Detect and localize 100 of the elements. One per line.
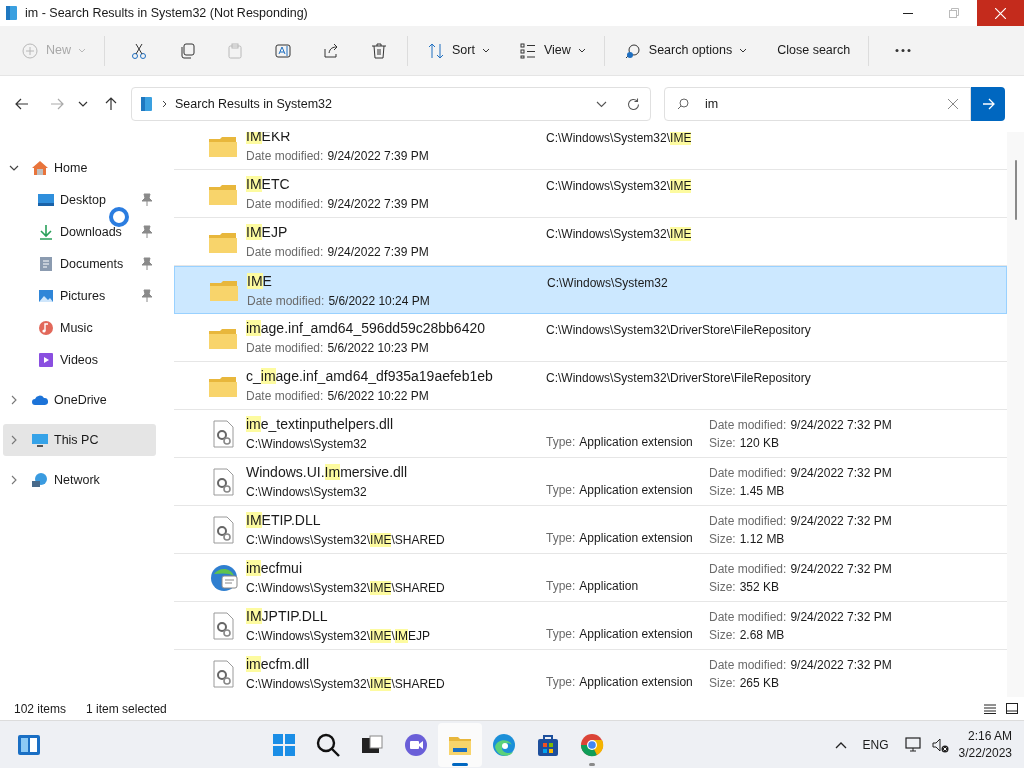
file-path: C:\Windows\System32\IME <box>546 226 692 243</box>
search-gear-icon <box>624 42 641 59</box>
sort-button[interactable]: Sort <box>420 33 498 68</box>
arrow-right-icon <box>981 98 995 110</box>
monitor-icon[interactable] <box>904 736 923 753</box>
result-row[interactable]: Windows.UI.Immersive.dll C:\Windows\System32 Type: Application extension Date modified: 9/24/2022 7:32 PM Size: 1.45 MB <box>174 458 1007 506</box>
sidebar-item[interactable]: This PC <box>3 424 156 456</box>
trash-icon <box>371 42 387 59</box>
file-type: Type: Application extension <box>546 434 694 451</box>
music-icon <box>38 320 54 336</box>
sidebar-item[interactable]: Desktop <box>3 184 156 216</box>
chevron-down-icon <box>78 48 86 53</box>
search-field[interactable]: im <box>664 87 971 121</box>
gear-file-icon <box>210 467 234 496</box>
gear-file-icon <box>210 419 234 448</box>
item-count: 102 items <box>14 700 67 718</box>
chevron-down-icon <box>596 100 607 108</box>
search-text: im <box>705 95 719 113</box>
clipboard-icon <box>227 42 243 59</box>
search-options-button[interactable]: Search options <box>616 33 756 68</box>
file-path: C:\Windows\System32\IME\SHARED <box>246 676 446 693</box>
rename-icon <box>275 42 291 59</box>
result-row[interactable]: image.inf_amd64_596dd59c28bb6420 Date modified: 5/6/2022 10:23 PM C:\Windows\System32\DriverStore\FileRepository <box>174 314 1007 362</box>
file-type: Type: Application extension <box>546 530 694 547</box>
result-row[interactable]: c_image.inf_amd64_df935a19aefeb1eb Date modified: 5/6/2022 10:22 PM C:\Windows\System32\DriverStore\FileRepository <box>174 362 1007 410</box>
close-search-button[interactable]: Close search <box>769 33 859 68</box>
result-row[interactable]: IMETIP.DLL C:\Windows\System32\IME\SHARED Type: Application extension Date modified: 9/24/2022 7:32 PM Size: 1.12 MB <box>174 506 1007 554</box>
chevron-down-icon <box>481 48 490 53</box>
sidebar-item[interactable]: Network <box>3 464 156 496</box>
window-title: im - Search Results in System32 (Not Responding) <box>25 4 308 22</box>
file-size: Size: 1.12 MB <box>709 530 786 548</box>
file-name: imecfm.dll <box>246 655 310 674</box>
chevron-down-icon <box>78 101 88 107</box>
file-name: IMJPTIP.DLL <box>246 607 329 626</box>
file-path: C:\Windows\System32 <box>547 275 668 292</box>
widgets-icon[interactable] <box>17 733 41 756</box>
clock[interactable]: 2:16 AM 3/22/2023 <box>958 727 1012 762</box>
speaker-muted-icon[interactable] <box>930 736 949 753</box>
result-row[interactable]: IMJPTIP.DLL C:\Windows\System32\IME\IMEJP Type: Application extension Date modified: 9/24/2022 7:32 PM Size: 2.68 MB <box>174 602 1007 650</box>
sidebar-item[interactable]: Downloads <box>3 216 156 248</box>
globe-window-icon <box>210 563 238 592</box>
file-path: C:\Windows\System32\DriverStore\FileRepository <box>546 322 811 339</box>
result-row[interactable]: imecfmui C:\Windows\System32\IME\SHARED Type: Application Date modified: 9/24/2022 7:32 PM Size: 352 KB <box>174 554 1007 602</box>
video-icon <box>38 352 54 368</box>
sidebar-item[interactable]: OneDrive <box>3 384 156 416</box>
chevron-right-icon[interactable] <box>9 475 19 485</box>
chevron-right-icon[interactable] <box>9 395 19 405</box>
sidebar-item[interactable]: Home <box>3 152 156 184</box>
document-icon <box>38 256 54 272</box>
more-icon <box>895 49 912 52</box>
share-icon <box>323 42 339 59</box>
result-row[interactable]: ime_textinputhelpers.dll C:\Windows\System32 Type: Application extension Date modified: 9/24/2022 7:32 PM Size: 120 KB <box>174 410 1007 458</box>
folder-icon <box>5 5 19 21</box>
sidebar-item[interactable]: Music <box>3 312 156 344</box>
gear-file-icon <box>210 515 234 544</box>
details-view-icon[interactable] <box>984 703 996 714</box>
result-row[interactable]: IMETC Date modified: 9/24/2022 7:39 PM C:\Windows\System32\IME <box>174 170 1007 218</box>
file-name: IMETIP.DLL <box>246 511 322 530</box>
date-modified: Date modified: 5/6/2022 10:24 PM <box>247 292 431 310</box>
busy-cursor-icon <box>108 206 130 228</box>
chevron-up-icon[interactable] <box>834 740 847 749</box>
scrollbar[interactable] <box>1007 132 1024 697</box>
file-path: C:\Windows\System32\IME\SHARED <box>246 580 446 597</box>
house-icon <box>31 159 49 177</box>
chevron-down-icon[interactable] <box>9 163 19 173</box>
file-path: C:\Windows\System32\IME\IMEJP <box>246 628 432 645</box>
back-icon <box>15 98 29 110</box>
list-icon <box>519 42 536 59</box>
address-bar[interactable]: Search Results in System32 <box>131 87 651 121</box>
forward-icon <box>50 98 64 110</box>
file-path: C:\Windows\System32 <box>246 484 368 501</box>
file-type: Type: Application extension <box>546 674 694 691</box>
sidebar-item[interactable]: Pictures <box>3 280 156 312</box>
date-modified: Date modified: 9/24/2022 7:39 PM <box>246 244 430 261</box>
date-modified: Date modified: 9/24/2022 7:39 PM <box>246 196 430 213</box>
up-icon <box>105 97 117 111</box>
address-text: Search Results in System32 <box>175 95 332 113</box>
language-indicator[interactable]: ENG <box>862 735 889 754</box>
chevron-right-icon[interactable] <box>9 435 19 445</box>
view-button[interactable]: View <box>511 33 594 68</box>
date-modified: Date modified: 9/24/2022 7:32 PM <box>709 608 892 626</box>
result-row[interactable]: IMEKR Date modified: 9/24/2022 7:39 PM C:\Windows\System32\IME <box>174 132 1007 170</box>
result-row[interactable]: IME Date modified: 5/6/2022 10:24 PM C:\Windows\System32 <box>174 266 1007 314</box>
folder-icon <box>209 278 239 302</box>
gear-file-icon <box>210 611 234 640</box>
sidebar-item[interactable]: Documents <box>3 248 156 280</box>
clear-icon[interactable] <box>948 99 958 109</box>
picture-icon <box>38 288 54 304</box>
file-name: image.inf_amd64_596dd59c28bb6420 <box>246 319 486 338</box>
file-name: IMETC <box>246 175 291 194</box>
file-path: C:\Windows\System32 <box>246 436 368 453</box>
sidebar-item[interactable]: Videos <box>3 344 156 376</box>
refresh-icon[interactable] <box>627 97 640 111</box>
date-modified: Date modified: 5/6/2022 10:23 PM <box>246 340 430 357</box>
search-go-button[interactable] <box>971 87 1005 121</box>
restore-icon <box>949 8 959 18</box>
tiles-view-icon[interactable] <box>1006 703 1018 714</box>
copy-icon <box>179 42 195 59</box>
chevron-down-icon <box>739 48 748 53</box>
file-path: C:\Windows\System32\DriverStore\FileRepository <box>546 370 811 387</box>
